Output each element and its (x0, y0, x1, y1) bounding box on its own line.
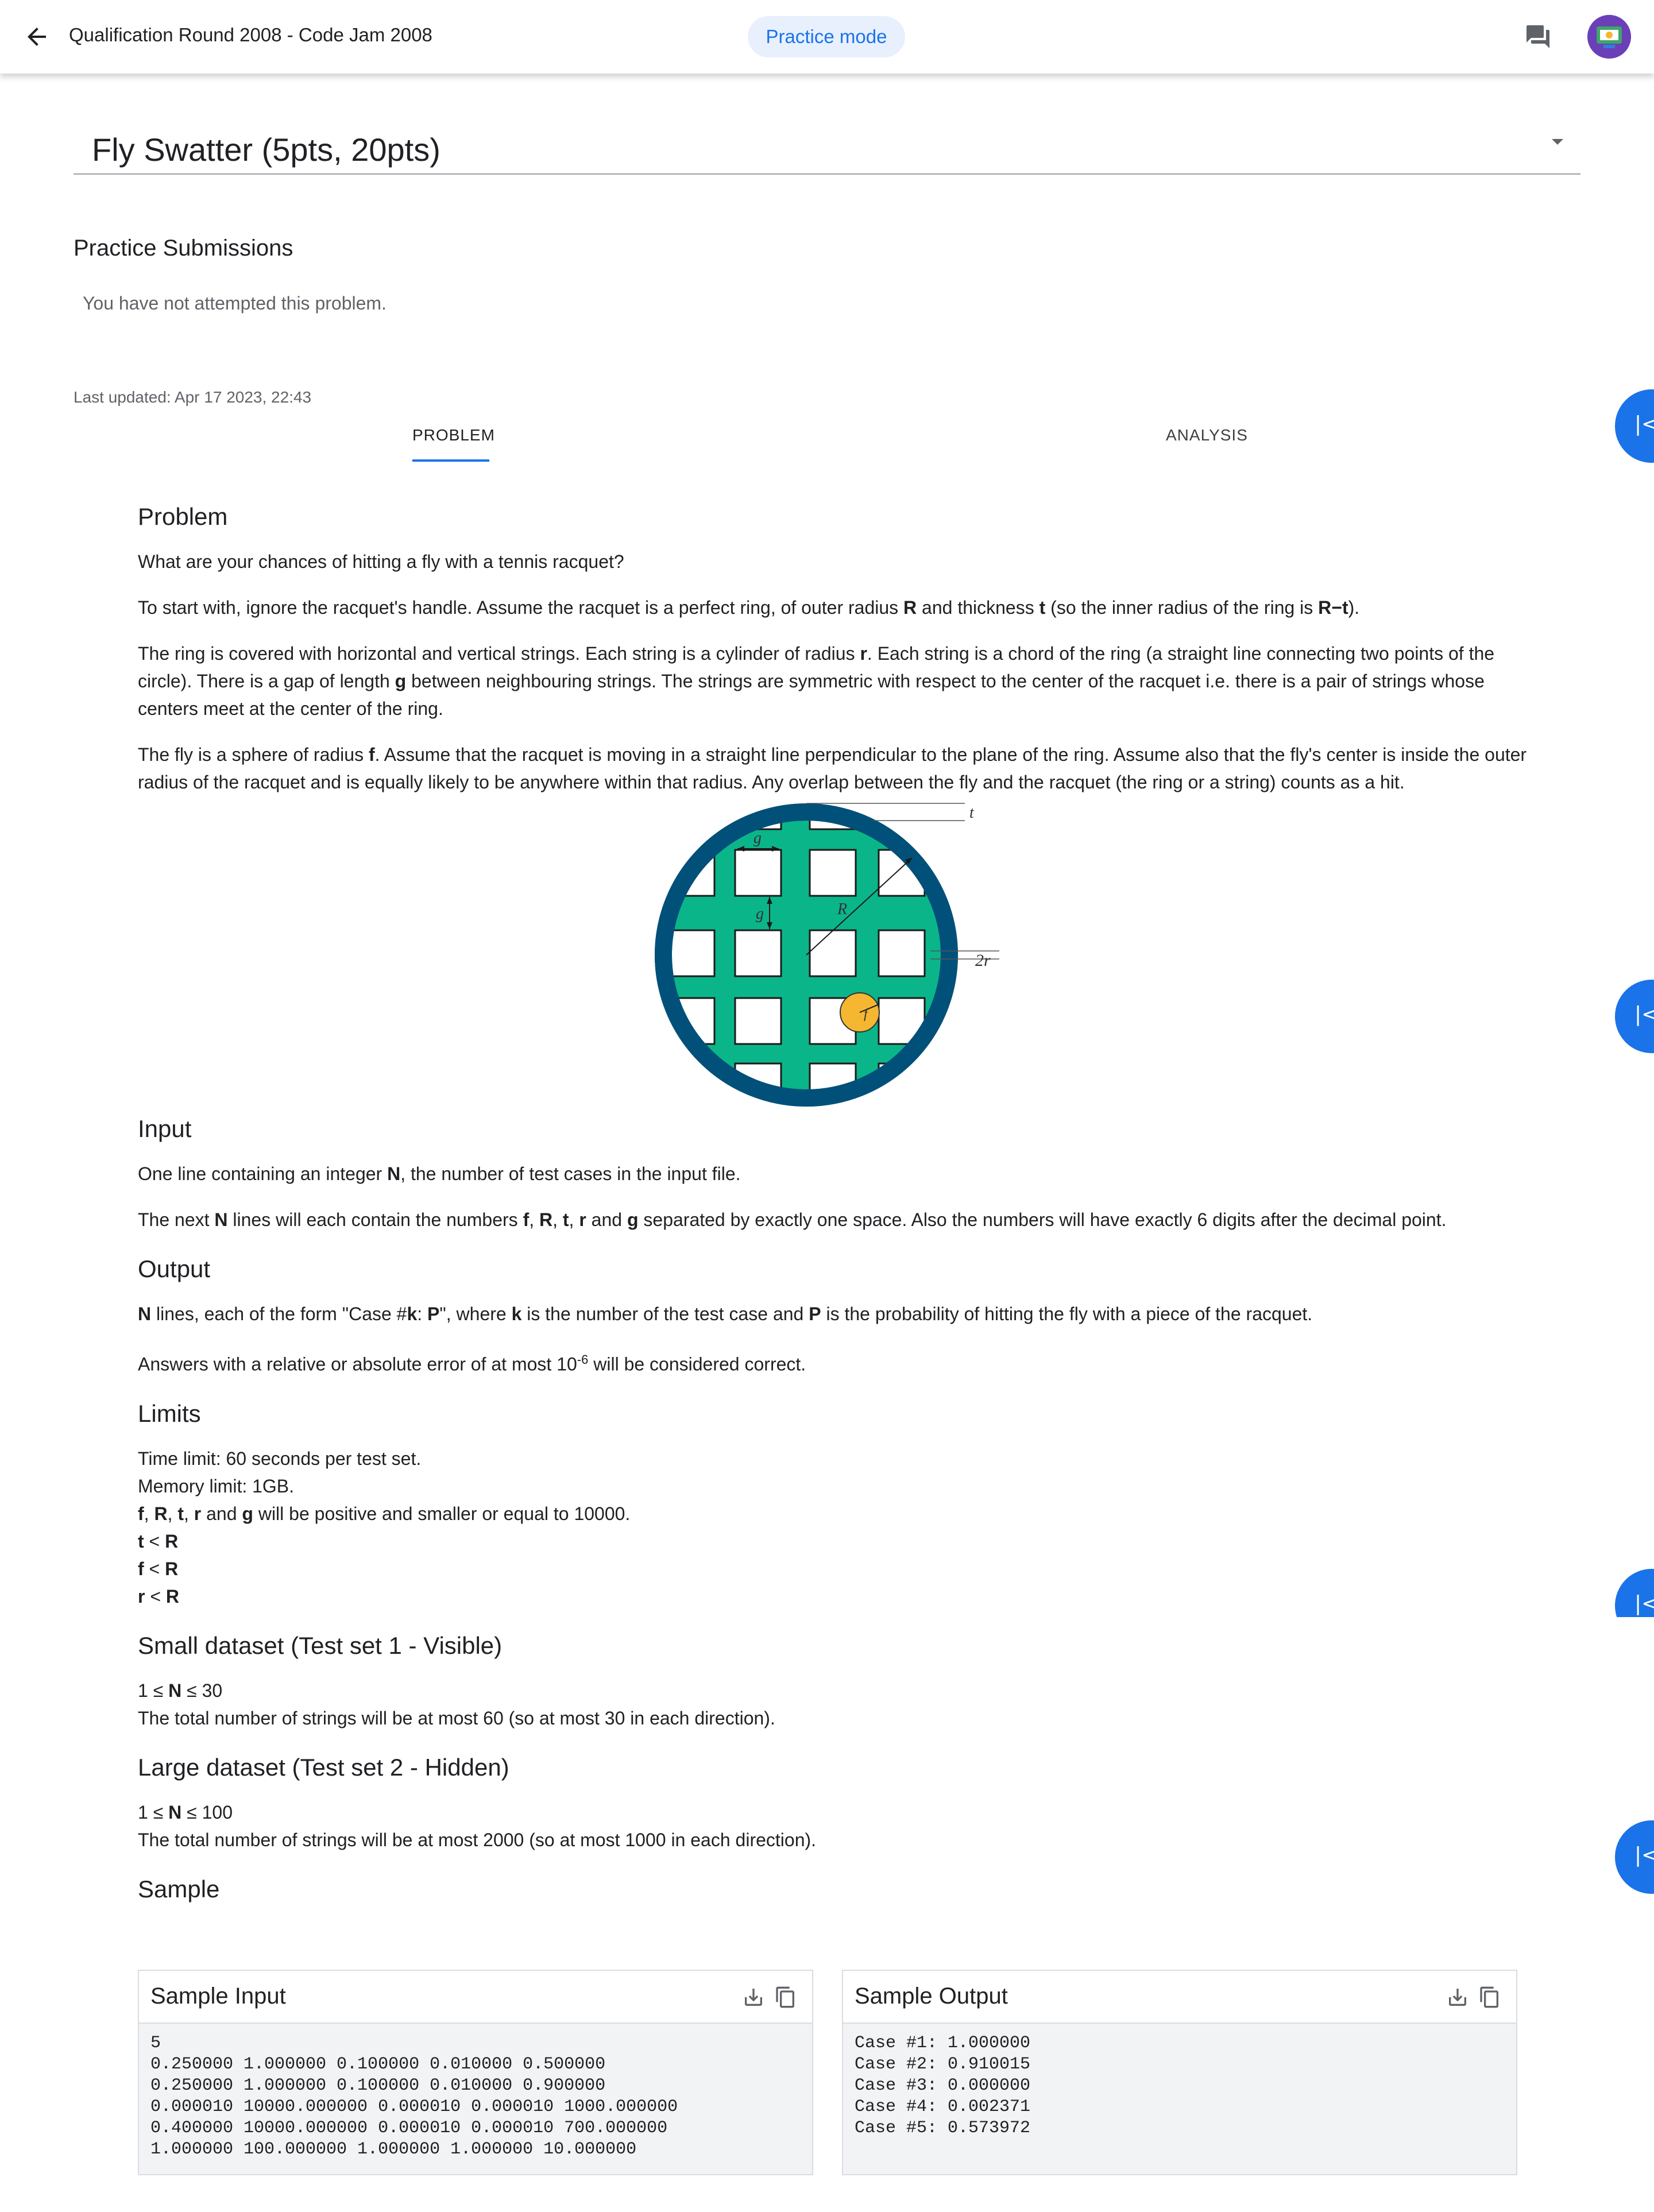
first-page-icon: |< (1634, 1843, 1654, 1867)
tab-problem[interactable]: PROBLEM (412, 426, 495, 444)
limit-f-r: f < R (138, 1558, 179, 1579)
large-strings-limit: The total number of strings will be at m… (138, 1829, 817, 1850)
racquet-diagram-svg: g g R t 2r f (655, 803, 999, 1107)
sample-input-text: 5 0.250000 1.000000 0.100000 0.010000 0.… (150, 2033, 678, 2159)
output-heading: Output (138, 1255, 211, 1282)
back-arrow-icon[interactable] (23, 23, 51, 51)
string-diameter-label: 2r (975, 951, 991, 970)
output-paragraph-2: Answers with a relative or absolute erro… (138, 1352, 806, 1375)
collapse-panel-button[interactable]: |< (1615, 389, 1654, 463)
download-icon[interactable] (742, 1986, 765, 2009)
copy-icon[interactable] (1478, 1986, 1501, 2009)
collapse-panel-button-partial[interactable]: |< (1608, 1569, 1654, 1617)
large-dataset-heading: Large dataset (Test set 2 - Hidden) (138, 1753, 509, 1781)
dropdown-arrow-icon[interactable] (1552, 139, 1563, 145)
outer-radius-label: R (837, 900, 847, 918)
copy-icon[interactable] (774, 1986, 797, 2009)
collapse-panel-button[interactable]: |< (1615, 980, 1654, 1053)
practice-submissions-heading: Practice Submissions (74, 235, 293, 261)
download-icon[interactable] (1446, 1986, 1469, 2009)
sample-input-panel: Sample Input 5 0.250000 1.000000 0.10000… (138, 1970, 813, 2175)
sample-output-panel: Sample Output Case #1: 1.000000 Case #2:… (842, 1970, 1517, 2175)
tab-analysis[interactable]: ANALYSIS (1166, 426, 1248, 444)
small-n-range: 1 ≤ N ≤ 30 (138, 1680, 223, 1701)
problem-select-value: Fly Swatter (5pts, 20pts) (92, 132, 440, 168)
first-page-icon: |< (1634, 1592, 1654, 1615)
input-heading: Input (138, 1115, 192, 1142)
racquet-diagram: g g R t 2r f (138, 802, 1528, 1112)
last-updated-text: Last updated: Apr 17 2023, 22:43 (74, 388, 312, 406)
time-limit: Time limit: 60 seconds per test set. (138, 1448, 422, 1469)
tab-indicator (412, 459, 489, 462)
submissions-empty-text: You have not attempted this problem. (83, 293, 387, 314)
large-n-range: 1 ≤ N ≤ 100 (138, 1801, 233, 1823)
page-title: Qualification Round 2008 - Code Jam 2008 (69, 24, 432, 45)
user-avatar[interactable] (1587, 15, 1631, 59)
strings-paragraph: The ring is covered with horizontal and … (138, 643, 1495, 719)
feedback-chat-icon[interactable] (1524, 23, 1552, 51)
fly-paragraph: The fly is a sphere of radius f. Assume … (138, 744, 1527, 792)
sample-input-header: Sample Input (139, 1971, 812, 2024)
limit-t-r: t < R (138, 1530, 179, 1552)
collapse-panel-button[interactable]: |< (1615, 1820, 1654, 1894)
gap-label-horizontal: g (753, 829, 762, 847)
limit-r-r: r < R (138, 1585, 180, 1607)
practice-mode-chip[interactable]: Practice mode (748, 16, 905, 57)
problem-statement: Problem What are your chances of hitting… (138, 500, 1528, 1907)
output-paragraph-1: N lines, each of the form "Case #k: P", … (138, 1304, 1313, 1324)
limit-range: f, R, t, r and g will be positive and sm… (138, 1503, 631, 1524)
first-page-icon: |< (1634, 412, 1654, 436)
sample-output-text: Case #1: 1.000000 Case #2: 0.910015 Case… (855, 2033, 1031, 2138)
sample-output-header: Sample Output (843, 1971, 1516, 2024)
problem-heading: Problem (138, 503, 228, 530)
gap-label-vertical: g (756, 905, 764, 923)
sample-input-title: Sample Input (150, 1983, 286, 2009)
problem-select[interactable]: Fly Swatter (5pts, 20pts) (74, 121, 1580, 175)
memory-limit: Memory limit: 1GB. (138, 1475, 295, 1496)
sample-output-body: Case #1: 1.000000 Case #2: 0.910015 Case… (843, 2024, 1516, 2174)
input-paragraph-1: One line containing an integer N, the nu… (138, 1163, 741, 1184)
input-paragraph-2: The next N lines will each contain the n… (138, 1209, 1447, 1230)
top-app-bar: Qualification Round 2008 - Code Jam 2008… (0, 0, 1654, 74)
first-page-icon: |< (1634, 1003, 1654, 1026)
limits-heading: Limits (138, 1399, 201, 1427)
ring-paragraph: To start with, ignore the racquet's hand… (138, 597, 1360, 618)
sample-input-body: 5 0.250000 1.000000 0.100000 0.010000 0.… (139, 2024, 812, 2174)
small-strings-limit: The total number of strings will be at m… (138, 1707, 775, 1728)
sample-output-title: Sample Output (855, 1983, 1008, 2009)
small-dataset-heading: Small dataset (Test set 1 - Visible) (138, 1631, 503, 1659)
sample-heading: Sample (138, 1875, 220, 1902)
intro-paragraph: What are your chances of hitting a fly w… (138, 551, 624, 572)
thickness-label: t (969, 804, 975, 822)
